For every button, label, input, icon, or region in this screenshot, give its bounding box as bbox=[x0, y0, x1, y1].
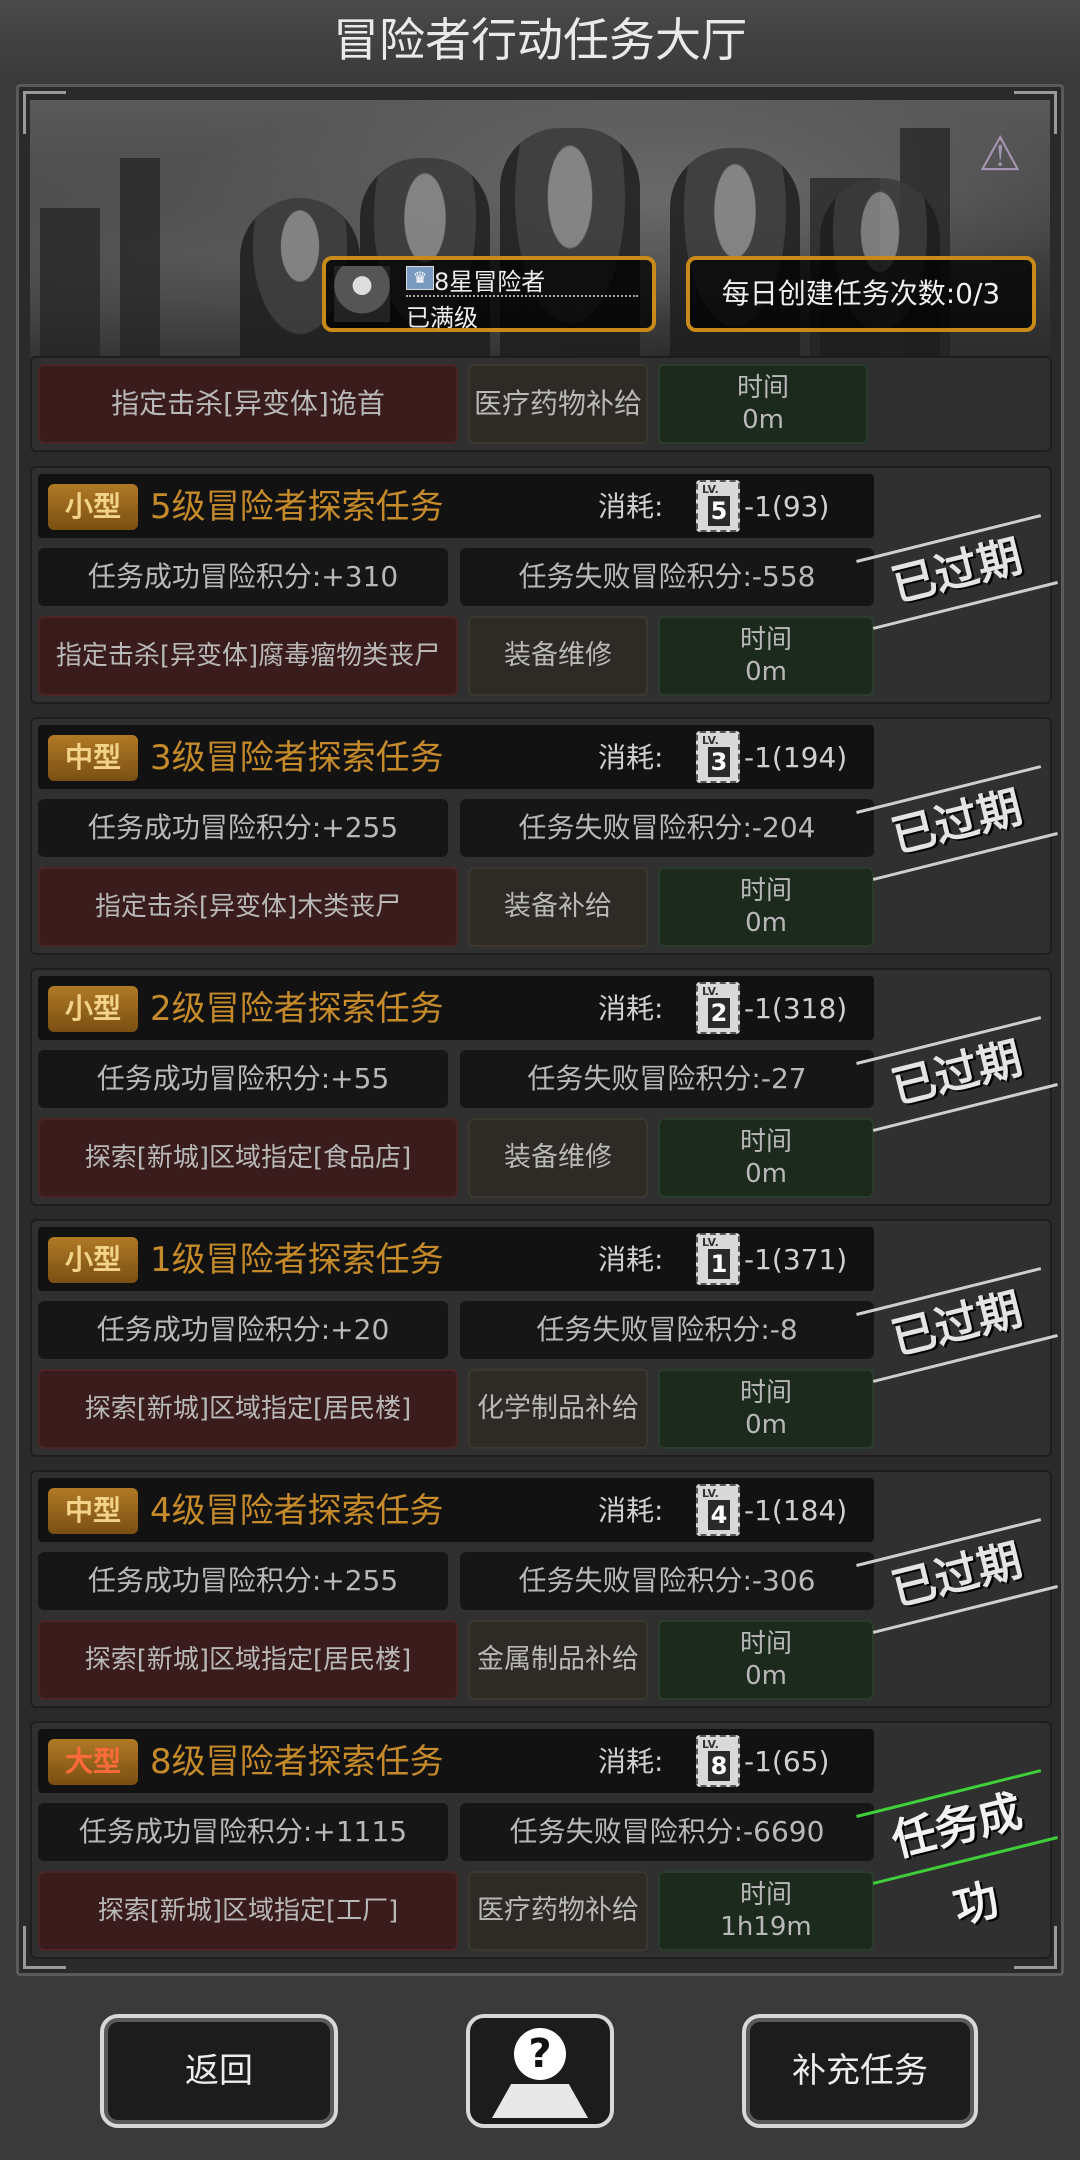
task-title: 1级冒险者探索任务 bbox=[150, 1240, 444, 1280]
fail-score: 任务失败冒险积分:-306 bbox=[460, 1552, 874, 1610]
fail-score: 任务失败冒险积分:-204 bbox=[460, 799, 874, 857]
rank-name: 8星冒险者 bbox=[434, 268, 546, 296]
cost-label: 消耗: bbox=[598, 741, 664, 774]
rank-star-icon: ♛ bbox=[406, 266, 434, 290]
fail-score: 任务失败冒险积分:-558 bbox=[460, 548, 874, 606]
task-time: 时间 0m bbox=[658, 1118, 874, 1198]
task-time: 时间 0m bbox=[658, 616, 874, 696]
task-supply: 装备补给 bbox=[468, 867, 648, 947]
ticket-level: 5 bbox=[708, 496, 730, 526]
page-title: 冒险者行动任务大厅 bbox=[0, 0, 1080, 80]
cost-value: -1(371) bbox=[744, 1243, 848, 1276]
cost-value: -1(184) bbox=[744, 1494, 848, 1527]
task-supply: 医疗药物补给 bbox=[468, 1871, 648, 1951]
task-title: 4级冒险者探索任务 bbox=[150, 1491, 444, 1531]
faction-logo-icon: ⚠ bbox=[978, 126, 1022, 182]
level-ticket-icon: LV. 8 bbox=[696, 1735, 740, 1787]
task-header: 小型 5级冒险者探索任务 消耗: LV. 5 -1(93) bbox=[38, 474, 874, 538]
task-supply: 装备维修 bbox=[468, 1118, 648, 1198]
fail-score: 任务失败冒险积分:-8 bbox=[460, 1301, 874, 1359]
task-supply: 化学制品补给 bbox=[468, 1369, 648, 1449]
task-title: 2级冒险者探索任务 bbox=[150, 989, 444, 1029]
task-supply: 装备维修 bbox=[468, 616, 648, 696]
level-ticket-icon: LV. 3 bbox=[696, 731, 740, 783]
task-title: 8级冒险者探索任务 bbox=[150, 1742, 444, 1782]
task-target: 探索[新城]区域指定[食品店] bbox=[38, 1118, 458, 1198]
success-score: 任务成功冒险积分:+255 bbox=[38, 799, 448, 857]
task-time: 时间 0m bbox=[658, 1369, 874, 1449]
rank-panel: ♛ 8星冒险者 已满级 bbox=[322, 256, 656, 332]
fail-score: 任务失败冒险积分:-27 bbox=[460, 1050, 874, 1108]
cost-label: 消耗: bbox=[598, 1745, 664, 1778]
success-score: 任务成功冒险积分:+55 bbox=[38, 1050, 448, 1108]
task-header: 小型 2级冒险者探索任务 消耗: LV. 2 -1(318) bbox=[38, 976, 874, 1040]
task-target: 探索[新城]区域指定[工厂] bbox=[38, 1871, 458, 1951]
cost-value: -1(65) bbox=[744, 1745, 830, 1778]
task-time: 时间 0m bbox=[658, 867, 874, 947]
help-button[interactable]: ? bbox=[466, 2014, 614, 2128]
level-ticket-icon: LV. 1 bbox=[696, 1233, 740, 1285]
refill-tasks-button[interactable]: 补充任务 bbox=[742, 2014, 978, 2128]
task-target: 探索[新城]区域指定[居民楼] bbox=[38, 1620, 458, 1700]
level-ticket-icon: LV. 4 bbox=[696, 1484, 740, 1536]
task-title: 5级冒险者探索任务 bbox=[150, 487, 444, 527]
task-header: 大型 8级冒险者探索任务 消耗: LV. 8 -1(65) bbox=[38, 1729, 874, 1793]
task-size-badge: 中型 bbox=[48, 735, 138, 781]
cost-value: -1(318) bbox=[744, 992, 848, 1025]
task-size-badge: 大型 bbox=[48, 1739, 138, 1785]
help-icon: ? bbox=[514, 2028, 566, 2080]
task-size-badge: 小型 bbox=[48, 484, 138, 530]
cost-label: 消耗: bbox=[598, 992, 664, 1025]
success-score: 任务成功冒险积分:+310 bbox=[38, 548, 448, 606]
task-size-badge: 中型 bbox=[48, 1488, 138, 1534]
map-base-icon bbox=[492, 2084, 588, 2118]
cost-label: 消耗: bbox=[598, 1494, 664, 1527]
cost-value: -1(93) bbox=[744, 490, 830, 523]
ticket-level: 4 bbox=[708, 1500, 730, 1530]
level-ticket-icon: LV. 5 bbox=[696, 480, 740, 532]
task-supply: 金属制品补给 bbox=[468, 1620, 648, 1700]
task-header: 小型 1级冒险者探索任务 消耗: LV. 1 -1(371) bbox=[38, 1227, 874, 1291]
task-target: 指定击杀[异变体]木类丧尸 bbox=[38, 867, 458, 947]
level-ticket-icon: LV. 2 bbox=[696, 982, 740, 1034]
task-target: 探索[新城]区域指定[居民楼] bbox=[38, 1369, 458, 1449]
task-time: 时间 0m bbox=[658, 364, 868, 444]
cost-label: 消耗: bbox=[598, 1243, 664, 1276]
cost-value: -1(194) bbox=[744, 741, 848, 774]
ticket-level: 1 bbox=[708, 1249, 730, 1279]
task-size-badge: 小型 bbox=[48, 1237, 138, 1283]
task-target: 指定击杀[异变体]诡首 bbox=[38, 364, 458, 444]
task-title: 3级冒险者探索任务 bbox=[150, 738, 444, 778]
success-score: 任务成功冒险积分:+20 bbox=[38, 1301, 448, 1359]
task-header: 中型 4级冒险者探索任务 消耗: LV. 4 -1(184) bbox=[38, 1478, 874, 1542]
fail-score: 任务失败冒险积分:-6690 bbox=[460, 1803, 874, 1861]
task-time: 时间 1h19m bbox=[658, 1871, 874, 1951]
ticket-level: 8 bbox=[708, 1751, 730, 1781]
ticket-level: 2 bbox=[708, 998, 730, 1028]
success-score: 任务成功冒险积分:+1115 bbox=[38, 1803, 448, 1861]
rank-status: 已满级 bbox=[406, 304, 478, 332]
task-target: 指定击杀[异变体]腐毒瘤物类丧尸 bbox=[38, 616, 458, 696]
success-score: 任务成功冒险积分:+255 bbox=[38, 1552, 448, 1610]
cost-label: 消耗: bbox=[598, 490, 664, 523]
task-supply: 医疗药物补给 bbox=[468, 364, 648, 444]
task-size-badge: 小型 bbox=[48, 986, 138, 1032]
task-time: 时间 0m bbox=[658, 1620, 874, 1700]
daily-create-count: 每日创建任务次数:0/3 bbox=[686, 256, 1036, 332]
task-header: 中型 3级冒险者探索任务 消耗: LV. 3 -1(194) bbox=[38, 725, 874, 789]
ticket-level: 3 bbox=[708, 747, 730, 777]
back-button[interactable]: 返回 bbox=[100, 2014, 338, 2128]
avatar bbox=[334, 266, 390, 322]
task-card-partial[interactable]: 指定击杀[异变体]诡首 医疗药物补给 时间 0m bbox=[30, 356, 1052, 452]
